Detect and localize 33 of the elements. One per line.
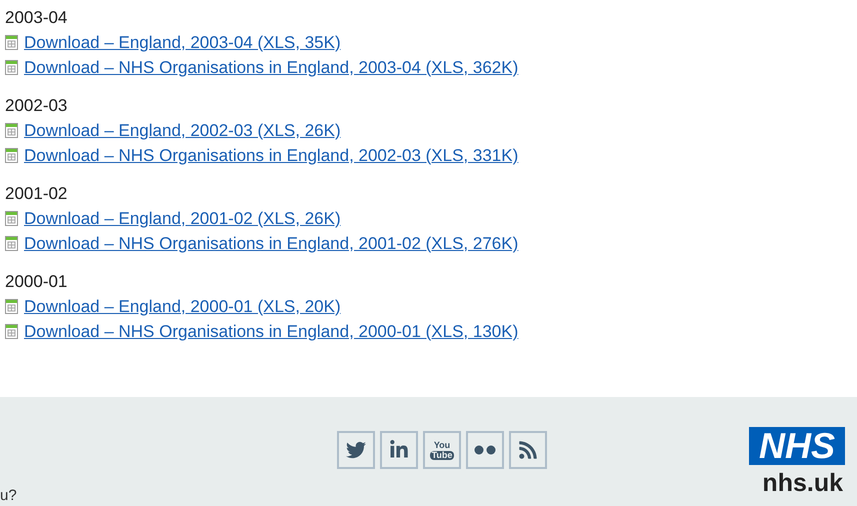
- youtube-logo: You Tube: [430, 440, 454, 460]
- spreadsheet-file-icon: [5, 123, 18, 138]
- spreadsheet-file-icon: [5, 148, 18, 163]
- year-heading: 2001-02: [5, 183, 68, 205]
- download-link[interactable]: Download – England, 2000-01 (XLS, 20K): [24, 294, 341, 320]
- social-link[interactable]: You Tube: [423, 431, 461, 469]
- twitter-bird-icon: [346, 440, 366, 460]
- nhs-logo[interactable]: NHS: [749, 427, 845, 465]
- download-link[interactable]: Download – England, 2003-04 (XLS, 35K): [24, 30, 341, 56]
- spreadsheet-file-icon: [5, 60, 18, 75]
- two-dots-icon: [474, 445, 496, 455]
- spreadsheet-file-icon: [5, 236, 18, 251]
- footer-text: u?: [0, 487, 17, 504]
- download-link[interactable]: Download – NHS Organisations in England, 2002-03 (XLS, 331K): [24, 142, 518, 168]
- social-link[interactable]: [466, 431, 504, 469]
- download-link[interactable]: Download – NHS Organisations in England, 2003-04 (XLS, 362K): [24, 54, 518, 80]
- rss-feed-icon: [518, 440, 538, 460]
- social-link[interactable]: [380, 431, 418, 469]
- site-name: nhs.uk: [762, 468, 843, 499]
- year-heading: 2002-03: [5, 95, 68, 117]
- spreadsheet-file-icon: [5, 324, 18, 339]
- social-link[interactable]: [509, 431, 547, 469]
- download-link[interactable]: Download – England, 2002-03 (XLS, 26K): [24, 118, 341, 144]
- year-heading: 2000-01: [5, 271, 68, 293]
- spreadsheet-file-icon: [5, 299, 18, 314]
- year-heading: 2003-04: [5, 7, 68, 29]
- social-link[interactable]: [337, 431, 375, 469]
- linkedin-icon: [389, 440, 409, 460]
- download-link[interactable]: Download – England, 2001-02 (XLS, 26K): [24, 206, 341, 232]
- download-link[interactable]: Download – NHS Organisations in England, 2000-01 (XLS, 130K): [24, 318, 518, 344]
- spreadsheet-file-icon: [5, 35, 18, 50]
- spreadsheet-file-icon: [5, 211, 18, 226]
- download-link[interactable]: Download – NHS Organisations in England, 2001-02 (XLS, 276K): [24, 230, 518, 256]
